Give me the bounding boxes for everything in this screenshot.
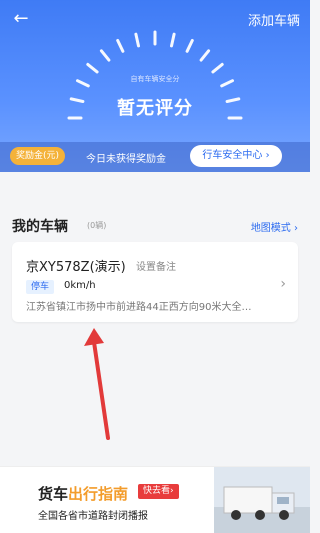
annotation-arrow xyxy=(84,328,110,440)
truck-illustration xyxy=(214,467,310,533)
banner-subtitle: 全国各省市道路封闭播报 xyxy=(38,511,148,522)
promo-banner[interactable]: 货车出行指南 快去看› 全国各省市道路封闭播报 xyxy=(0,466,310,533)
banner-title: 货车出行指南 xyxy=(38,485,129,503)
go-see-button[interactable]: 快去看› xyxy=(138,484,179,499)
